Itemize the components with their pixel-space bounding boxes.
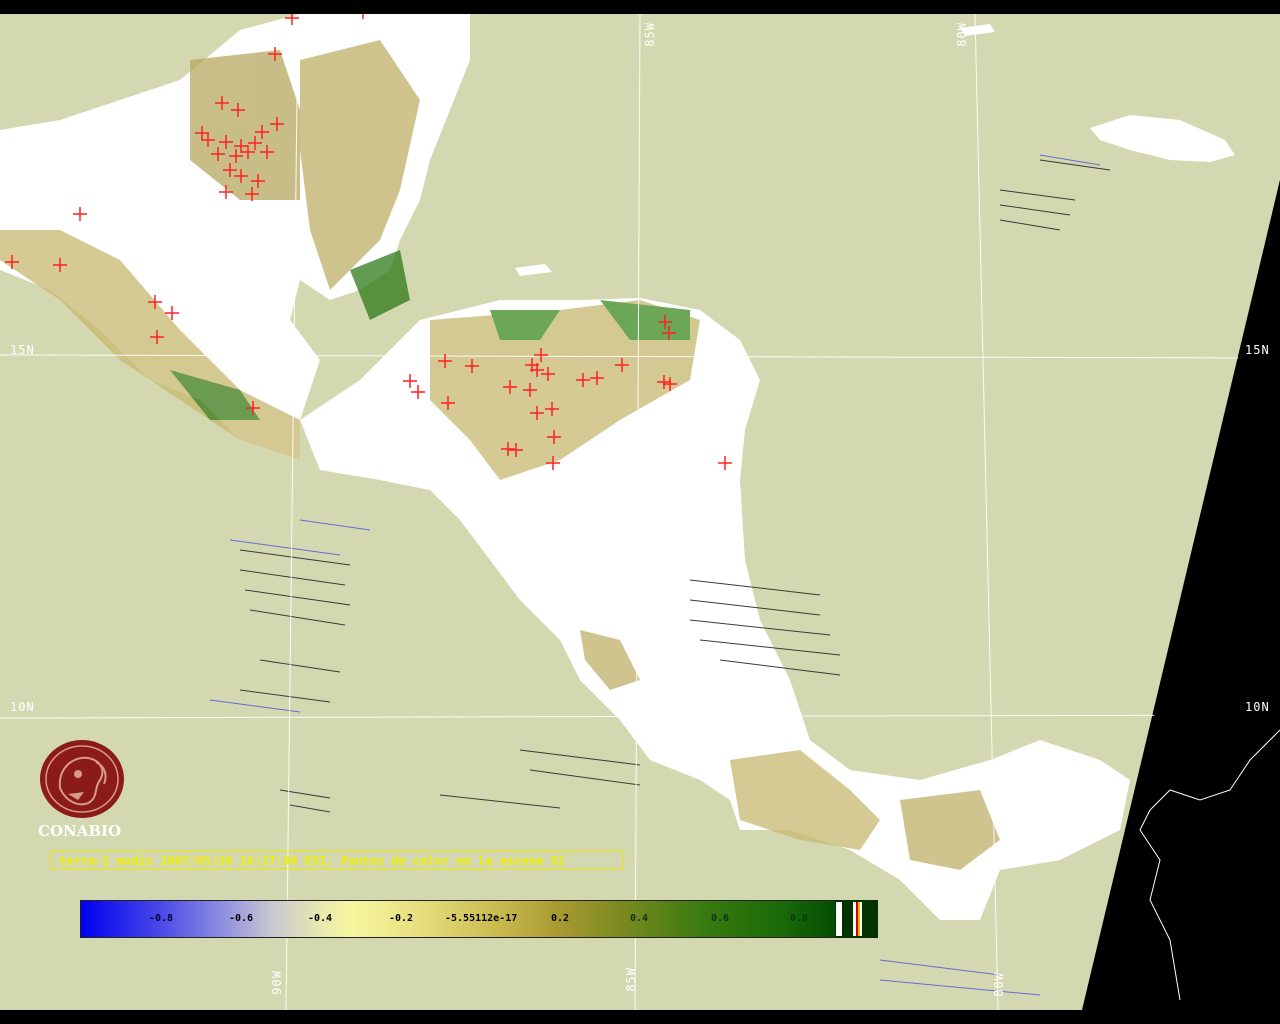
colorbar-special-marks <box>835 900 878 938</box>
colorbar-tick: 0.8 <box>790 913 809 924</box>
lon-80-top-label: 80W <box>955 22 969 47</box>
lon-80-bottom-label: 80W <box>992 972 1006 997</box>
colorbar-tick: -0.6 <box>229 913 254 924</box>
colorbar-tick: -0.4 <box>308 913 333 924</box>
colorbar-tick: -0.2 <box>389 913 414 924</box>
scene-caption: terra-1 modis 2007/05/20 16:27:00 EVI, P… <box>50 851 624 869</box>
lat-15-right-label: 15N <box>1245 343 1270 357</box>
lat-15-left-label: 15N <box>10 343 35 357</box>
lon-85-bottom-label: 85W <box>624 967 638 992</box>
colorbar-tick: -0.8 <box>149 913 174 924</box>
lat-10-right-label: 10N <box>1245 700 1270 714</box>
conabio-logo-icon <box>40 740 124 818</box>
lon-90-bottom-label: 90W <box>270 970 284 995</box>
colorbar-tick: 0.6 <box>711 913 730 924</box>
logo-name: CONABIO <box>38 822 122 840</box>
colorbar-tick: -5.55112e-17 <box>445 913 518 924</box>
colorbar-tick: 0.2 <box>551 913 570 924</box>
satellite-map <box>0 0 1280 1024</box>
lat-10-left-label: 10N <box>10 700 35 714</box>
lon-85-top-label: 85W <box>643 22 657 47</box>
evi-colorbar: -0.8 -0.6 -0.4 -0.2 -5.55112e-17 0.2 0.4… <box>80 900 878 938</box>
colorbar-tick: 0.4 <box>630 913 649 924</box>
